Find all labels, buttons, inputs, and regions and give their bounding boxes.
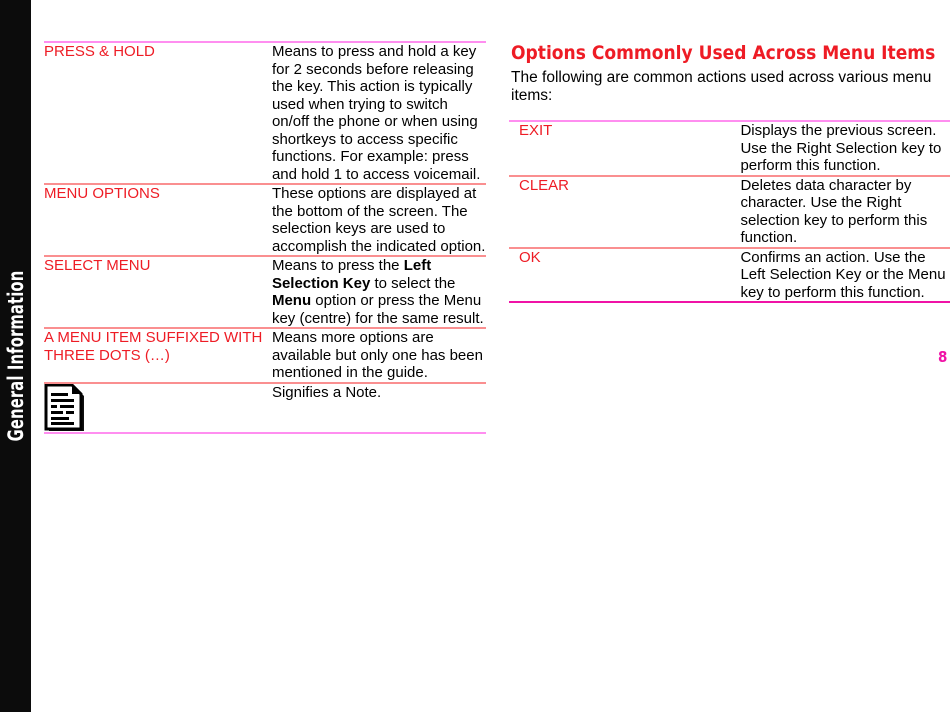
term-description: Displays the previous screen. Use the Ri… <box>740 122 950 175</box>
table-row: Signifies a Note. <box>44 383 486 432</box>
row-divider <box>44 431 486 434</box>
term-description: Means to press and hold a key for 2 seco… <box>272 43 486 183</box>
divider-rule <box>44 431 486 434</box>
terminology-table-wrapper: PRESS & HOLD Means to press and hold a ke… <box>44 0 486 434</box>
terminology-table: PRESS & HOLD Means to press and hold a ke… <box>44 43 486 434</box>
section-side-tab-label: General Information <box>3 270 28 442</box>
left-column: PRESS & HOLD Means to press and hold a ke… <box>44 0 486 434</box>
table-row: PRESS & HOLD Means to press and hold a ke… <box>44 43 486 183</box>
term-label: SELECT MENU <box>44 257 151 274</box>
description-text: These options are displayed at the botto… <box>271 185 486 255</box>
table-row: OK Confirms an action. Use the Left Selec… <box>509 249 950 302</box>
term-label: CLEAR <box>519 176 570 194</box>
table-bottom-rule <box>509 301 950 303</box>
table-row: A MENU ITEM SUFFIXED WITH THREE DOTS (…)… <box>44 329 486 382</box>
description-text: Confirms an action. Use the Left Selecti… <box>740 248 946 301</box>
common-options-table: EXIT Displays the previous screen. Use th… <box>509 122 950 301</box>
term-label: EXIT <box>519 122 553 139</box>
term-description: Deletes data character by character. Use… <box>740 177 950 247</box>
section-heading: Options Commonly Used Across Menu Items <box>511 42 936 64</box>
table-row: MENU OPTIONS These options are displayed … <box>44 185 486 255</box>
term-label: PRESS & HOLD <box>44 43 155 60</box>
term-label: A MENU ITEM SUFFIXED WITH THREE DOTS (…) <box>44 329 263 364</box>
description-text: Signifies a Note. <box>271 383 382 401</box>
emphasis-text: Menu <box>271 292 312 309</box>
table-row: EXIT Displays the previous screen. Use th… <box>509 122 950 175</box>
term-description: Confirms an action. Use the Left Selecti… <box>740 249 950 302</box>
right-column: Options Commonly Used Across Menu Items … <box>509 0 950 303</box>
term-icon-cell <box>44 383 272 432</box>
section-intro-text: The following are common actions used ac… <box>511 69 932 104</box>
description-text: Displays the previous screen. Use the Ri… <box>740 122 942 174</box>
common-options-table-wrapper: EXIT Displays the previous screen. Use th… <box>509 104 950 303</box>
description-text: Means more options are available but onl… <box>271 329 483 381</box>
term-label: MENU OPTIONS <box>44 185 160 202</box>
table-row: CLEAR Deletes data character by character… <box>509 177 950 247</box>
page-number: 8 <box>938 348 948 366</box>
description-text: Means to press the <box>271 257 404 274</box>
description-text: to select the <box>370 274 456 292</box>
description-text: Means to press and hold a key for 2 seco… <box>271 43 481 183</box>
term-description: Means more options are available but onl… <box>272 329 486 382</box>
description-text: Deletes data character by character. Use… <box>740 176 928 247</box>
note-page-icon <box>44 383 84 431</box>
term-description: Signifies a Note. <box>272 384 486 432</box>
term-description: Means to press the Left Selection Key to… <box>272 257 486 327</box>
table-row: SELECT MENU Means to press the Left Selec… <box>44 257 486 327</box>
term-description: These options are displayed at the botto… <box>272 185 486 255</box>
section-side-tab: General Information <box>0 0 31 712</box>
term-label: OK <box>519 248 541 266</box>
page-content: PRESS & HOLD Means to press and hold a ke… <box>31 0 950 712</box>
